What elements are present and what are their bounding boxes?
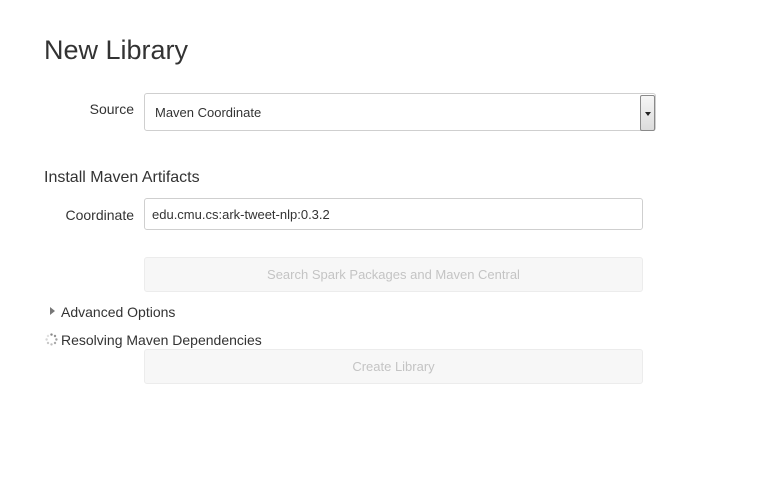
coordinate-input[interactable] bbox=[144, 198, 643, 230]
coordinate-label: Coordinate bbox=[65, 207, 135, 223]
spinner-icon bbox=[45, 333, 58, 346]
caret-right-icon[interactable] bbox=[50, 307, 55, 315]
dropdown-arrow-icon[interactable] bbox=[640, 95, 655, 131]
source-select[interactable]: Maven Coordinate bbox=[144, 93, 656, 131]
page-title: New Library bbox=[44, 35, 189, 65]
create-library-button[interactable]: Create Library bbox=[144, 349, 643, 384]
source-select-value: Maven Coordinate bbox=[155, 105, 262, 120]
advanced-options-toggle[interactable]: Advanced Options bbox=[61, 304, 175, 320]
search-packages-button[interactable]: Search Spark Packages and Maven Central bbox=[144, 257, 643, 292]
resolving-status: Resolving Maven Dependencies bbox=[61, 332, 262, 348]
source-label: Source bbox=[89, 101, 134, 117]
maven-section-title: Install Maven Artifacts bbox=[44, 169, 200, 186]
